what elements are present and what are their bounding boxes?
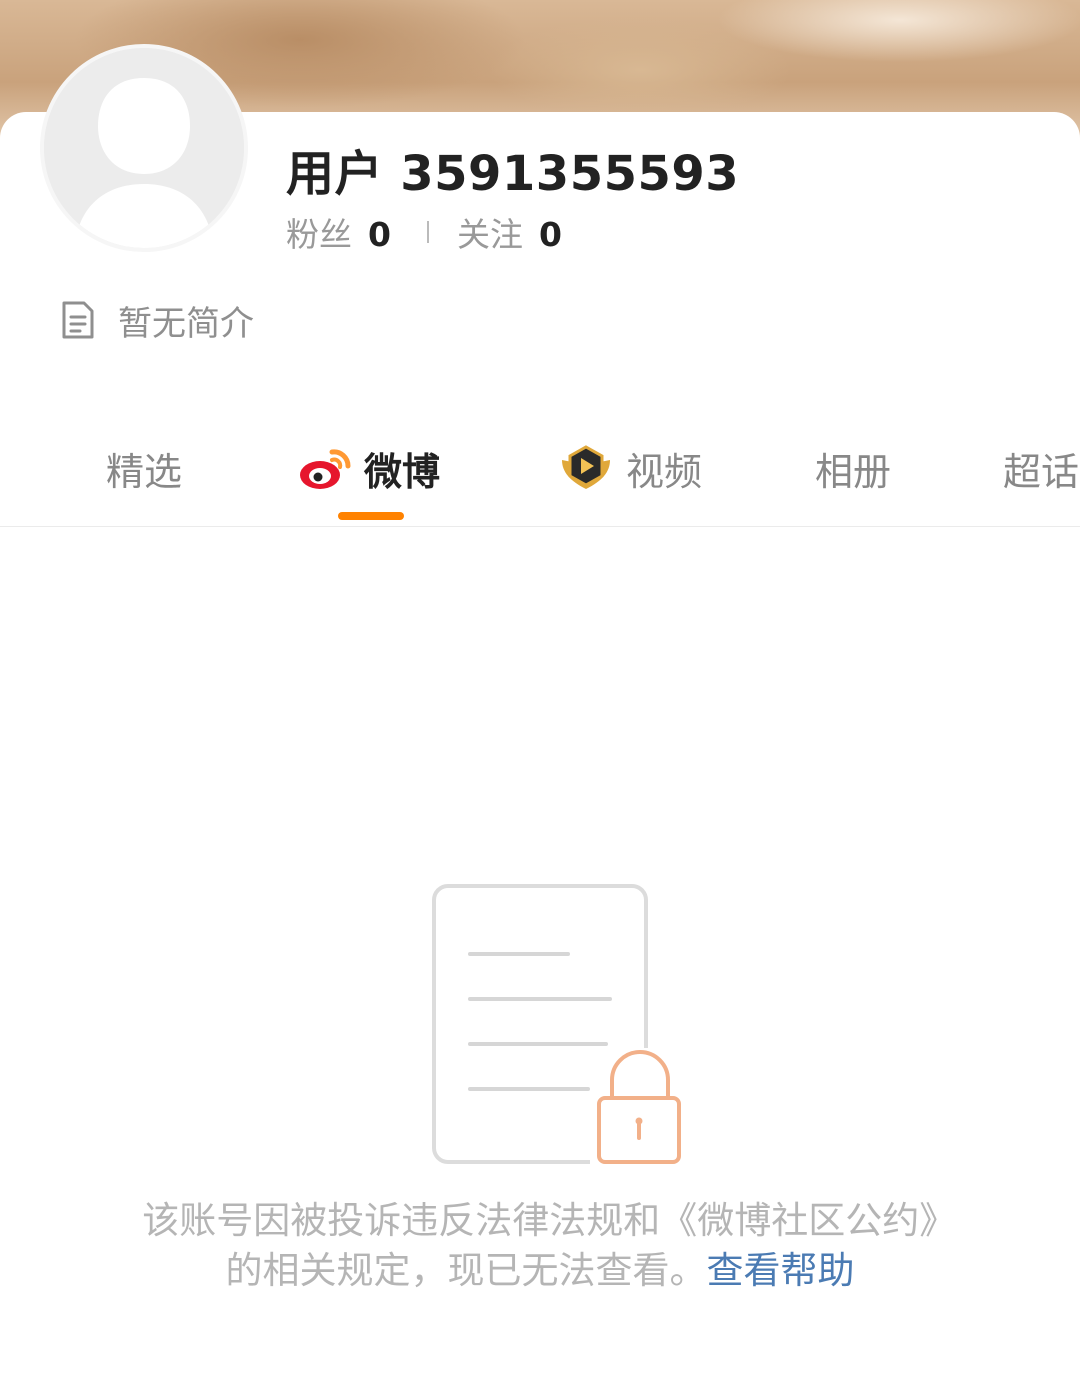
tab-super-topic[interactable]: 超话	[1003, 438, 1079, 498]
tab-weibo[interactable]: 微博	[298, 438, 440, 498]
avatar[interactable]	[40, 44, 248, 252]
active-tab-indicator	[338, 512, 404, 520]
profile-bio[interactable]: 暂无简介	[60, 296, 254, 344]
tab-label: 微博	[364, 449, 441, 494]
default-avatar-icon	[44, 48, 244, 248]
tab-label: 相册	[815, 449, 892, 494]
tabs-divider	[0, 526, 1080, 527]
profile-stats: 粉丝 0 关注 0	[286, 210, 562, 254]
tab-featured[interactable]: 精选	[106, 438, 182, 498]
tab-label: 精选	[106, 449, 183, 494]
fans-stat[interactable]: 粉丝 0	[286, 208, 391, 256]
tab-label: 超话	[1003, 449, 1080, 494]
profile-username: 用户 3591355593	[286, 146, 740, 202]
help-link[interactable]: 查看帮助	[707, 1249, 855, 1292]
tab-label: 视频	[626, 449, 703, 494]
fans-count: 0	[368, 215, 391, 254]
bio-text: 暂无简介	[118, 303, 254, 344]
blocked-account-notice: 该账号因被投诉违反法律法规和《微博社区公约》的相关规定，现已无法查看。查看帮助	[140, 1196, 940, 1296]
locked-document-icon	[432, 884, 681, 1168]
tab-video[interactable]: 视频	[556, 438, 702, 498]
video-badge-icon	[562, 445, 610, 489]
follow-stat[interactable]: 关注 0	[457, 208, 562, 256]
fans-label: 粉丝	[286, 215, 352, 254]
weibo-logo-icon	[300, 449, 351, 489]
stats-divider	[426, 221, 429, 243]
document-icon	[62, 301, 94, 339]
follow-label: 关注	[456, 215, 523, 254]
follow-count: 0	[538, 215, 562, 254]
profile-screen: 用户 3591355593 粉丝 0 关注 0 暂无简介 精选 微博 视频 相册…	[0, 0, 1080, 1396]
tab-album[interactable]: 相册	[815, 438, 891, 498]
